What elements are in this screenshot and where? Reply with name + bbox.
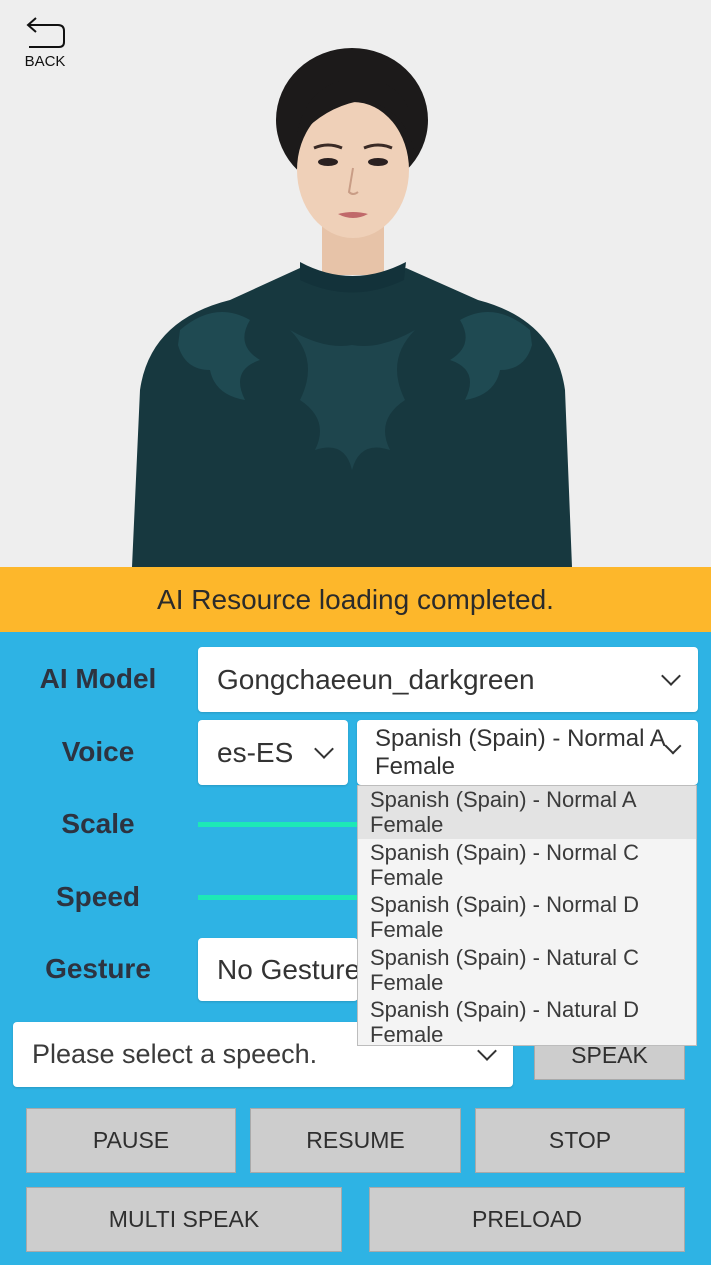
stop-button-label: STOP xyxy=(548,1127,612,1153)
resume-button-label: RESUME xyxy=(306,1127,405,1153)
ai-model-value: Gongchaeeun_darkgreen xyxy=(217,663,535,695)
back-label: BACK xyxy=(24,53,66,70)
voice-language-value: es-ES xyxy=(217,736,294,768)
voice-dropdown-list: Spanish (Spain) - Normal A Female Spanis… xyxy=(357,785,697,1046)
ai-model-select[interactable]: Gongchaeeun_darkgreen xyxy=(198,647,698,712)
voice-name-select[interactable]: Spanish (Spain) - Normal A Female xyxy=(357,720,698,785)
chevron-down-icon xyxy=(314,739,334,759)
back-button[interactable]: BACK xyxy=(18,12,72,72)
voice-option-gender: Female xyxy=(370,969,444,995)
voice-option-name: Spanish (Spain) - Normal A xyxy=(370,787,637,812)
voice-option-gender: Female xyxy=(370,864,444,890)
voice-option-gender: Female xyxy=(370,1022,444,1046)
pause-button[interactable]: PAUSE xyxy=(26,1108,236,1173)
voice-selected-line1: Spanish (Spain) - Normal A xyxy=(375,725,666,752)
speech-placeholder: Please select a speech. xyxy=(32,1039,318,1069)
ai-avatar-image xyxy=(132,48,572,567)
back-arrow-icon xyxy=(26,17,65,48)
voice-option-gender: Female xyxy=(370,812,444,837)
speak-button[interactable]: SPEAK xyxy=(534,1040,685,1080)
gesture-label: Gesture xyxy=(45,953,151,984)
preload-button-label: PRELOAD xyxy=(472,1206,582,1232)
voice-label: Voice xyxy=(61,736,135,767)
speed-slider[interactable] xyxy=(198,895,358,900)
voice-language-select[interactable]: es-ES xyxy=(198,720,348,785)
voice-option[interactable]: Spanish (Spain) - Natural D Female xyxy=(358,996,696,1046)
voice-option[interactable]: Spanish (Spain) - Normal A Female xyxy=(358,786,696,839)
multi-speak-button-label: MULTI SPEAK xyxy=(108,1206,260,1232)
preload-button[interactable]: PRELOAD xyxy=(369,1187,685,1252)
voice-option[interactable]: Spanish (Spain) - Natural C Female xyxy=(358,944,696,997)
gesture-select[interactable]: No Gesture xyxy=(198,938,358,1001)
voice-option-name: Spanish (Spain) - Normal C xyxy=(370,839,639,865)
scale-label: Scale xyxy=(61,808,135,839)
chevron-down-icon xyxy=(661,666,681,686)
voice-option-name: Spanish (Spain) - Natural C xyxy=(370,944,640,970)
scale-slider[interactable] xyxy=(198,822,358,827)
voice-option[interactable]: Spanish (Spain) - Normal D Female xyxy=(358,891,696,944)
pause-button-label: PAUSE xyxy=(92,1127,170,1153)
ai-model-label: AI Model xyxy=(39,663,157,694)
voice-option-name: Spanish (Spain) - Normal D xyxy=(370,892,639,918)
voice-option[interactable]: Spanish (Spain) - Normal C Female xyxy=(358,839,696,892)
speed-label: Speed xyxy=(55,881,141,912)
avatar-view: BACK xyxy=(0,0,711,567)
multi-speak-button[interactable]: MULTI SPEAK xyxy=(26,1187,342,1252)
speak-button-label: SPEAK xyxy=(571,1042,648,1068)
voice-option-gender: Female xyxy=(370,917,444,943)
voice-option-name: Spanish (Spain) - Natural D xyxy=(370,997,640,1023)
gesture-value: No Gesture xyxy=(217,953,358,985)
status-banner: AI Resource loading completed. xyxy=(0,567,711,632)
resume-button[interactable]: RESUME xyxy=(250,1108,461,1173)
stop-button[interactable]: STOP xyxy=(475,1108,685,1173)
voice-selected-line2: Female xyxy=(375,753,456,780)
